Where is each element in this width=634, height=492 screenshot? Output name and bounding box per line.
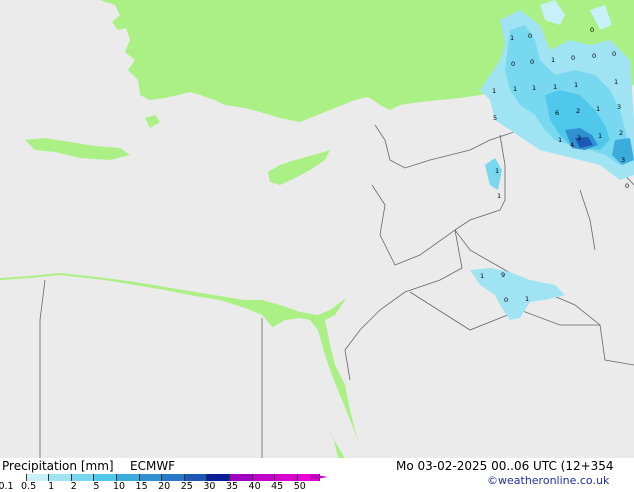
svg-text:1: 1 xyxy=(614,78,618,86)
legend-swatch xyxy=(94,474,117,481)
legend-tick-label: 15 xyxy=(135,481,148,492)
svg-text:0: 0 xyxy=(504,296,508,304)
svg-text:2: 2 xyxy=(619,129,623,137)
svg-text:1: 1 xyxy=(598,132,602,140)
legend-arrow xyxy=(310,474,328,480)
svg-text:1: 1 xyxy=(513,85,517,93)
svg-text:2: 2 xyxy=(576,107,580,115)
legend-tick-label: 10 xyxy=(112,481,126,492)
legend-swatch xyxy=(139,474,163,481)
svg-text:3: 3 xyxy=(577,134,581,142)
legend-swatch xyxy=(4,474,27,481)
legend-swatch xyxy=(229,474,253,481)
svg-text:0: 0 xyxy=(612,50,616,58)
svg-text:3: 3 xyxy=(617,103,621,111)
precipitation-map: 1 00 001000 111111 56 2 1 3 1312 43 110 19 0… xyxy=(0,0,634,458)
map-title: Precipitation [mm] xyxy=(2,459,114,473)
svg-text:0: 0 xyxy=(511,60,515,68)
svg-text:1: 1 xyxy=(532,84,536,92)
svg-text:4: 4 xyxy=(570,141,574,149)
legend-swatch xyxy=(252,474,276,481)
legend-tick-label: 50 xyxy=(293,481,306,492)
legend-tick-label: 35 xyxy=(225,481,239,492)
svg-text:6: 6 xyxy=(555,109,559,117)
legend-swatch xyxy=(207,474,230,481)
svg-text:9: 9 xyxy=(501,271,505,279)
credit-link[interactable]: ©weatheronline.co.uk xyxy=(487,474,609,487)
svg-text:1: 1 xyxy=(551,56,555,64)
model-name: ECMWF xyxy=(130,459,176,473)
legend-tick-label: 20 xyxy=(158,481,171,492)
svg-text:0: 0 xyxy=(590,26,594,34)
legend-swatch xyxy=(184,474,208,481)
legend-tick-label: 5 xyxy=(93,481,100,492)
legend-tick-label: 30 xyxy=(203,481,216,492)
legend-swatch xyxy=(116,474,140,481)
legend-tick-label: 2 xyxy=(70,481,77,492)
svg-text:1: 1 xyxy=(553,83,557,91)
svg-text:0: 0 xyxy=(571,54,575,62)
legend-tick-label: 0.1 xyxy=(0,481,14,492)
svg-text:0: 0 xyxy=(592,52,596,60)
legend-swatch xyxy=(275,474,298,481)
svg-text:0: 0 xyxy=(625,182,629,190)
svg-text:0: 0 xyxy=(528,32,532,40)
svg-text:3: 3 xyxy=(621,156,625,164)
legend-tick-label: 45 xyxy=(271,481,284,492)
legend-swatch xyxy=(26,474,50,481)
legend-swatch xyxy=(162,474,185,481)
legend-tick-label: 1 xyxy=(48,481,55,492)
svg-text:1: 1 xyxy=(497,192,501,200)
legend-swatch xyxy=(49,474,72,481)
legend-tick-label: 0.5 xyxy=(21,481,37,492)
svg-text:1: 1 xyxy=(480,272,484,280)
forecast-datetime: Mo 03-02-2025 00..06 UTC (12+354 xyxy=(396,459,614,473)
svg-text:1: 1 xyxy=(525,295,529,303)
color-legend xyxy=(4,474,321,481)
svg-text:5: 5 xyxy=(493,114,497,122)
svg-text:1: 1 xyxy=(558,136,562,144)
svg-text:1: 1 xyxy=(510,34,514,42)
legend-tick-label: 40 xyxy=(248,481,261,492)
legend-swatch xyxy=(71,474,95,481)
svg-text:1: 1 xyxy=(492,87,496,95)
svg-text:1: 1 xyxy=(574,81,578,89)
svg-text:1: 1 xyxy=(495,167,499,175)
legend-tick-label: 25 xyxy=(180,481,193,492)
svg-text:0: 0 xyxy=(530,58,534,66)
svg-text:1: 1 xyxy=(596,105,600,113)
